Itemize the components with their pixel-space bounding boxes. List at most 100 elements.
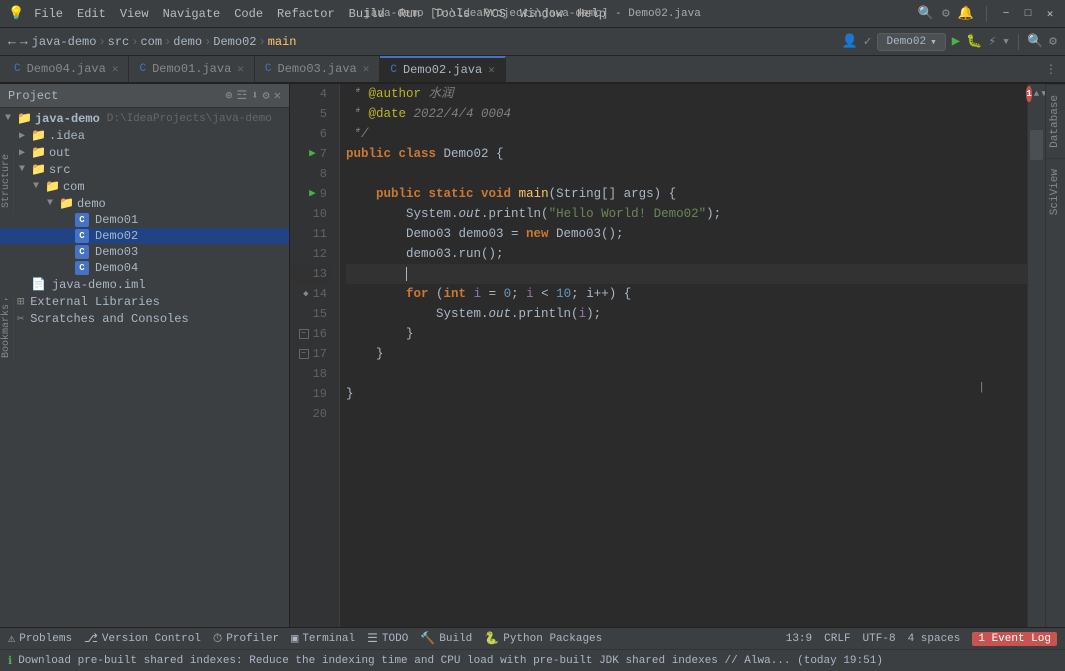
tab-demo02-close[interactable]: ✕ <box>488 63 495 77</box>
menu-code[interactable]: Code <box>234 7 263 21</box>
panel-close-icon[interactable]: ✕ <box>274 88 281 103</box>
tab-demo01-close[interactable]: ✕ <box>237 62 244 76</box>
line-separator[interactable]: CRLF <box>824 632 850 646</box>
tree-scratches[interactable]: ▶ ✂ Scratches and Consoles <box>0 310 289 327</box>
tab-demo04-close[interactable]: ✕ <box>112 62 119 76</box>
tree-demo01-label: Demo01 <box>95 213 138 227</box>
code-line-20 <box>346 404 1027 424</box>
account-icon[interactable]: 👤 <box>841 34 857 49</box>
breadcrumb-method[interactable]: main <box>268 35 297 49</box>
gutter-line-16: − 16 <box>290 324 331 344</box>
tree-idea[interactable]: ▶ 📁 .idea <box>0 127 289 144</box>
status-terminal[interactable]: ▣ Terminal <box>291 631 355 646</box>
title-bar: 💡 File Edit View Navigate Code Refactor … <box>0 0 1065 28</box>
tree-external-libs[interactable]: ▶ ⊞ External Libraries <box>0 293 289 310</box>
maximize-button[interactable]: □ <box>1021 7 1035 21</box>
menu-file[interactable]: File <box>34 7 63 21</box>
fold-16[interactable]: − <box>299 329 309 339</box>
tab-demo02[interactable]: C Demo02.java ✕ <box>380 56 505 82</box>
bookmarks-label[interactable]: Bookmarks <box>1 304 12 358</box>
breadcrumb-class[interactable]: Demo02 <box>213 35 256 49</box>
tree-com[interactable]: ▼ 📁 com <box>0 178 289 195</box>
gutter-line-4: 4 <box>290 84 331 104</box>
code-container[interactable]: 4 5 6 ▶ 7 8 ▶ 9 10 11 12 13 ◆ 14 <box>290 84 1045 627</box>
database-tab[interactable]: Database <box>1046 84 1065 158</box>
tabs-bar: C Demo04.java ✕ C Demo01.java ✕ C Demo03… <box>0 56 1065 84</box>
error-nav-up[interactable]: ▲ <box>1034 89 1039 99</box>
expand-all-icon[interactable]: ⬇ <box>251 88 258 103</box>
run-config[interactable]: Demo02 ▾ <box>877 33 945 51</box>
status-version-control[interactable]: ⎇ Version Control <box>84 631 201 646</box>
tab-demo03-close[interactable]: ✕ <box>363 62 370 76</box>
run-arrow-7[interactable]: ▶ <box>309 144 316 164</box>
run-arrow-9[interactable]: ▶ <box>309 184 316 204</box>
fold-17[interactable]: − <box>299 349 309 359</box>
breadcrumb-com[interactable]: com <box>140 35 162 49</box>
forward-icon[interactable]: → <box>20 34 28 49</box>
encoding[interactable]: UTF-8 <box>863 632 896 646</box>
error-count-badge[interactable]: 1 <box>1026 86 1031 102</box>
status-python-packages[interactable]: 🐍 Python Packages <box>484 631 602 646</box>
breadcrumb-src[interactable]: src <box>108 35 130 49</box>
tree-demo02[interactable]: ▶ C Demo02 <box>0 228 289 244</box>
menu-navigate[interactable]: Navigate <box>163 7 221 21</box>
minimize-button[interactable]: − <box>999 7 1013 21</box>
menu-refactor[interactable]: Refactor <box>277 7 335 21</box>
more-run-options[interactable]: ▾ <box>1002 34 1010 49</box>
tab-demo04-icon: C <box>14 63 21 75</box>
code-line-19: } <box>346 384 1027 404</box>
error-nav-down[interactable]: ▼ <box>1041 89 1045 99</box>
search-button[interactable]: 🔍 <box>1027 34 1043 49</box>
scroll-thumb[interactable] <box>1030 130 1044 160</box>
status-right: 13:9 CRLF UTF-8 4 spaces 1 Event Log <box>786 632 1057 646</box>
tabs-more-button[interactable]: ⋮ <box>1037 56 1065 82</box>
tree-iml[interactable]: ▶ 📄 java-demo.iml <box>0 276 289 293</box>
settings-toolbar-button[interactable]: ⚙ <box>1049 34 1057 49</box>
indent-spaces[interactable]: 4 spaces <box>908 632 961 646</box>
panel-settings-icon[interactable]: ⚙ <box>263 88 270 103</box>
settings-icon[interactable]: ⚙ <box>942 6 950 21</box>
line-number-17: 17 <box>313 344 327 364</box>
debug-button[interactable]: 🐛 <box>966 34 982 49</box>
back-icon[interactable]: ← <box>8 34 16 49</box>
search-everywhere-icon[interactable]: 🔍 <box>918 6 934 21</box>
menu-view[interactable]: View <box>120 7 149 21</box>
status-profiler[interactable]: ⏱ Profiler <box>213 632 279 646</box>
cursor-position[interactable]: 13:9 <box>786 632 812 646</box>
breadcrumb-project[interactable]: java-demo <box>32 35 97 49</box>
gutter-line-17: − 17 <box>290 344 331 364</box>
menu-edit[interactable]: Edit <box>77 7 106 21</box>
tree-src[interactable]: ▼ 📁 src <box>0 161 289 178</box>
line-number-14: 14 <box>313 284 327 304</box>
tree-root[interactable]: ▼ 📁 java-demo D:\IdeaProjects\java-demo <box>0 110 289 127</box>
vcs-icon[interactable]: ✓ <box>864 34 872 49</box>
run-with-coverage-button[interactable]: ⚡ <box>988 34 996 49</box>
python-icon: 🐍 <box>484 631 499 646</box>
tree-out[interactable]: ▶ 📁 out <box>0 144 289 161</box>
tab-demo03[interactable]: C Demo03.java ✕ <box>255 56 380 82</box>
demo03-class-icon: C <box>75 245 89 259</box>
notifications-icon[interactable]: 🔔 <box>958 6 974 21</box>
tree-demo[interactable]: ▼ 📁 demo <box>0 195 289 212</box>
tree-demo03[interactable]: ▶ C Demo03 <box>0 244 289 260</box>
breadcrumb-demo[interactable]: demo <box>173 35 202 49</box>
status-build[interactable]: 🔨 Build <box>420 631 472 646</box>
add-module-icon[interactable]: ⊕ <box>225 88 232 103</box>
sciview-tab[interactable]: SciView <box>1046 158 1065 225</box>
tree-demo04[interactable]: ▶ C Demo04 <box>0 260 289 276</box>
structure-label[interactable]: Structure <box>1 154 12 208</box>
tab-demo04[interactable]: C Demo04.java ✕ <box>4 56 129 82</box>
tab-demo01[interactable]: C Demo01.java ✕ <box>129 56 254 82</box>
status-todo[interactable]: ☰ TODO <box>367 631 408 646</box>
tree-demo01[interactable]: ▶ C Demo01 <box>0 212 289 228</box>
line-number-16: 16 <box>313 324 327 344</box>
error-scrollbar: 1 ▲ ▼ <box>1027 84 1045 627</box>
event-log[interactable]: 1 Event Log <box>972 632 1057 646</box>
status-problems[interactable]: ⚠ Problems <box>8 631 72 646</box>
scroll-to-source-icon[interactable]: ☲ <box>237 88 248 103</box>
gutter-line-8: 8 <box>290 164 331 184</box>
run-button[interactable]: ▶ <box>952 33 960 50</box>
navbar-right: 👤 ✓ Demo02 ▾ ▶ 🐛 ⚡ ▾ 🔍 ⚙ <box>841 33 1057 51</box>
code-editor[interactable]: * @author 水润 * @date 2022/4/4 0004 */ pu… <box>340 84 1027 627</box>
close-button[interactable]: ✕ <box>1043 7 1057 21</box>
